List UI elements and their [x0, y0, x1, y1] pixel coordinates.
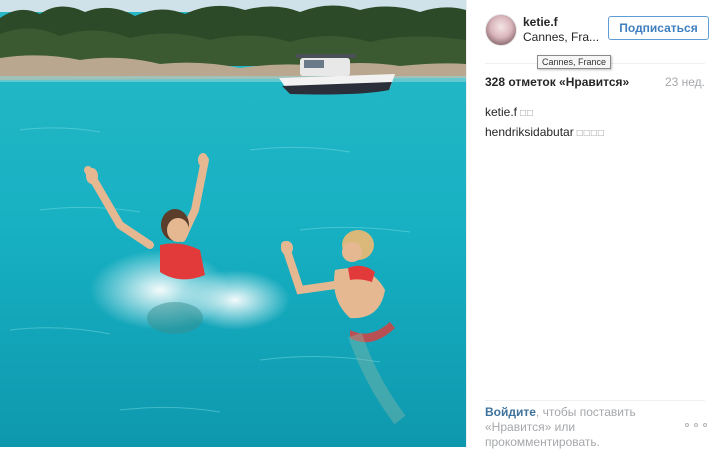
location-tooltip: Cannes, France [537, 55, 612, 69]
more-options-icon[interactable] [685, 420, 707, 430]
comment-username[interactable]: ketie.f [485, 105, 517, 119]
photo-image [0, 0, 466, 447]
footer-divider [485, 400, 705, 401]
post-time[interactable]: 23 нед. [665, 75, 705, 89]
comment-item: ketie.f □□ [485, 105, 534, 119]
post-header: ketie.f Cannes, Fra... Подписаться [467, 0, 713, 60]
comment-text: □□□□ [576, 128, 605, 139]
username-link[interactable]: ketie.f [523, 15, 558, 29]
comment-item: hendriksidabutar □□□□ [485, 125, 605, 139]
comment-text: □□ [520, 108, 535, 119]
post-sidebar: ketie.f Cannes, Fra... Подписаться Canne… [466, 0, 713, 450]
location-link[interactable]: Cannes, Fra... [523, 30, 598, 44]
follow-button[interactable]: Подписаться [608, 16, 709, 40]
post-photo[interactable] [0, 0, 466, 447]
comment-username[interactable]: hendriksidabutar [485, 125, 574, 139]
avatar[interactable] [485, 14, 517, 46]
login-prompt: Войдите, чтобы поставить «Нравится» или … [485, 405, 655, 450]
login-link[interactable]: Войдите [485, 405, 536, 419]
likes-count[interactable]: 328 отметок «Нравится» [485, 75, 629, 89]
